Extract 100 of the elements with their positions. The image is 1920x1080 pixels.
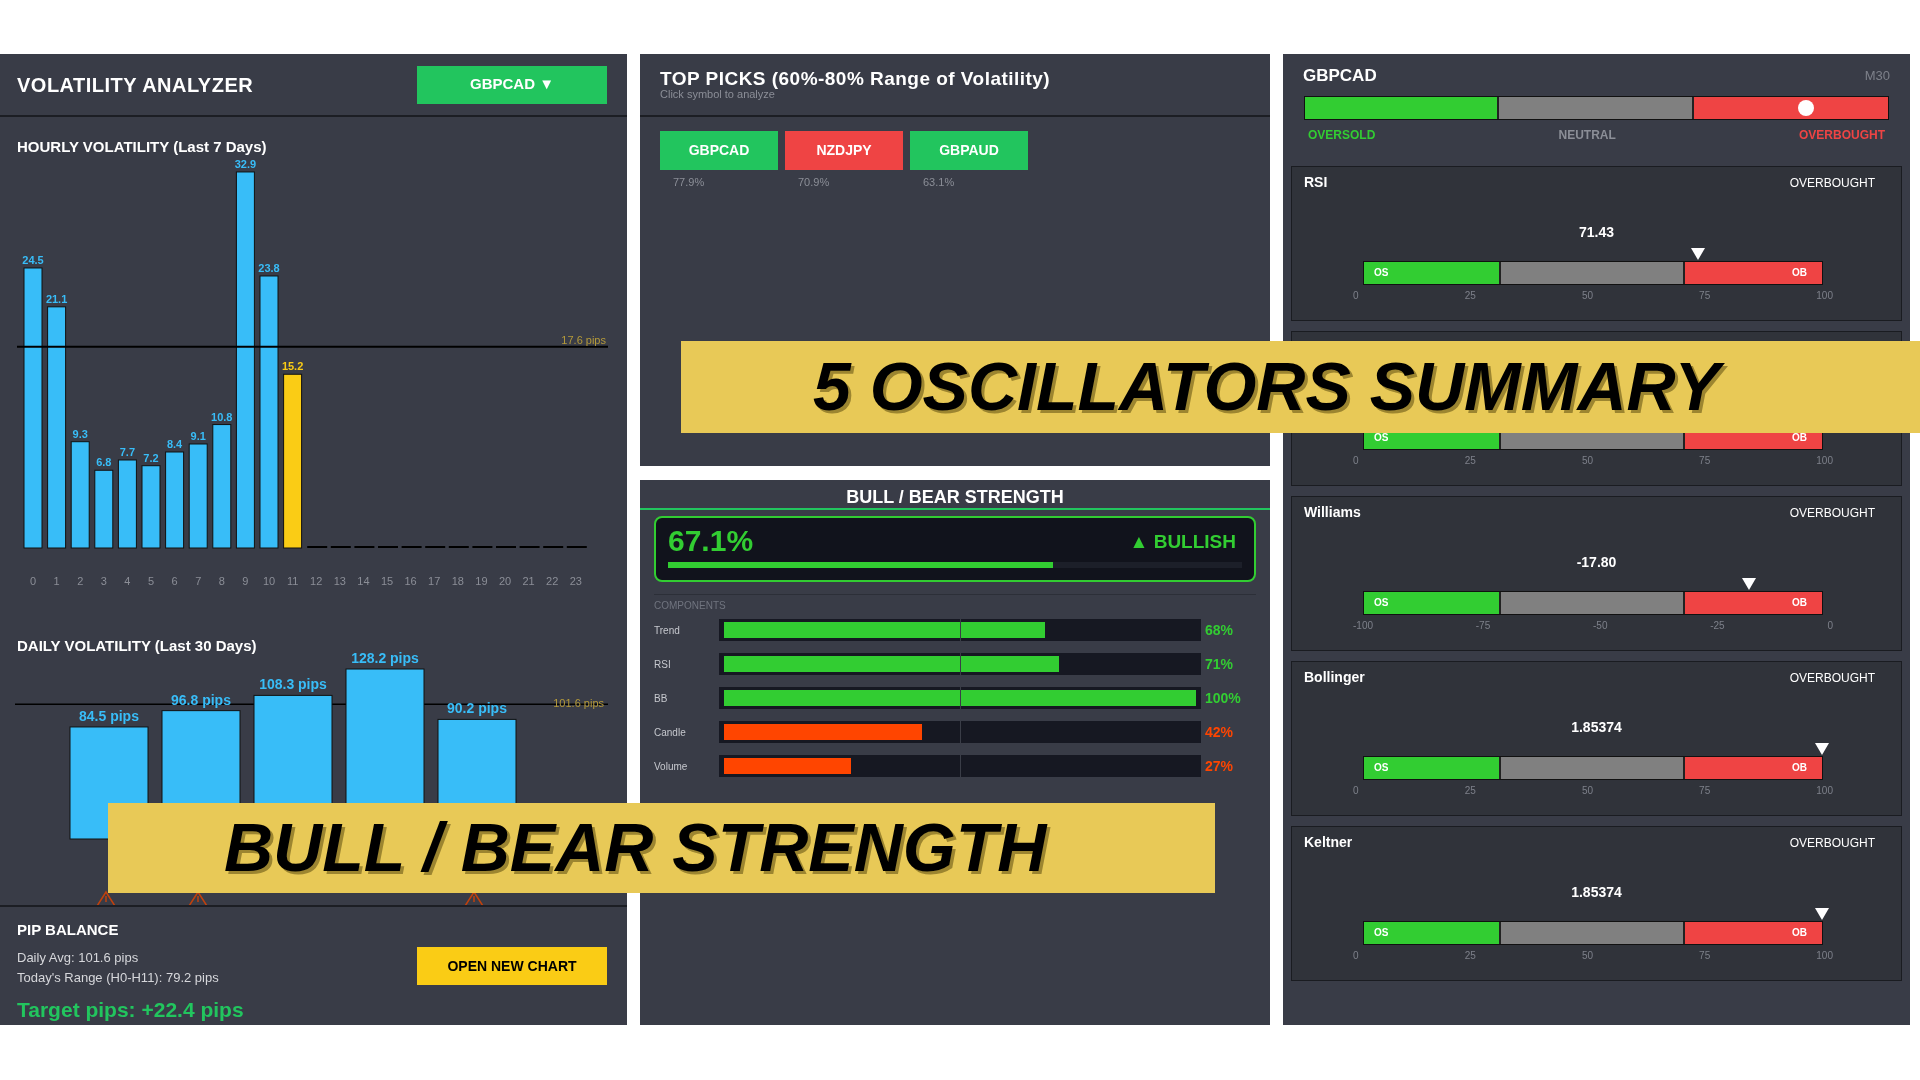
tick-label: 25: [1464, 783, 1476, 798]
banner-text: BULL / BEAR STRENGTH: [223, 808, 1049, 888]
tick-label: 75: [1699, 453, 1711, 468]
axis-label: 20: [498, 575, 512, 587]
bar-value: 15.2: [281, 360, 304, 373]
zone-label: OS: [1374, 926, 1389, 940]
bar-value: 128.2 pips: [351, 650, 419, 666]
tick-label: 100: [1816, 948, 1833, 963]
tick-label: 50: [1581, 288, 1593, 303]
component-label: Volume: [654, 759, 689, 774]
axis-label: 7: [195, 575, 202, 587]
tick-label: -75: [1475, 618, 1491, 633]
target-pips: Target pips: +22.4 pips: [17, 996, 244, 1023]
bar-value: 90.2 pips: [447, 700, 507, 717]
component-label: BB: [654, 691, 669, 706]
zone-label: OS: [1374, 596, 1389, 610]
info-text: Today's Range (H0-H11): 79.2 pips: [17, 968, 220, 987]
bar-value: 84.5 pips: [79, 707, 139, 724]
zone-label: OS: [1374, 431, 1389, 445]
component-label: Candle: [654, 725, 687, 740]
tick-label: 0: [1353, 948, 1359, 963]
axis-label: 13: [333, 575, 346, 587]
oscillator-value: 71.43: [1578, 222, 1614, 242]
axis-label: 1: [53, 575, 60, 587]
percent-label: 63.1%: [922, 175, 955, 190]
axis-label: 19: [475, 575, 488, 587]
axis-label: 14: [357, 575, 370, 587]
axis-label: 11: [286, 575, 299, 587]
oscillator-name: Bollinger: [1304, 668, 1365, 687]
symbol-button[interactable]: GBPAUD: [910, 131, 1028, 170]
bar-value: 6.8: [96, 456, 112, 469]
bar-value: 7.2: [143, 451, 159, 464]
oscillator-name: Williams: [1304, 503, 1361, 522]
bar-value: 8.4: [166, 438, 183, 450]
component-percent: 27%: [1204, 756, 1234, 776]
oscillator-value: -17.80: [1576, 552, 1617, 572]
bar-value: 7.7: [119, 446, 136, 458]
banner-text: 5 OSCILLATORS SUMMARY: [809, 342, 1736, 432]
oscillator-value: 1.85374: [1571, 717, 1622, 737]
zone-label: OS: [1374, 266, 1389, 280]
open-chart-button[interactable]: OPEN NEW CHART: [417, 947, 607, 985]
status-label: OVERBOUGHT: [1789, 504, 1876, 522]
zone-label: OB: [1791, 431, 1807, 445]
tick-label: 25: [1464, 948, 1476, 963]
percent-label: 70.9%: [797, 175, 830, 190]
symbol-button[interactable]: GBPCAD: [660, 131, 778, 170]
tick-label: 0: [1353, 288, 1359, 303]
axis-label: 8: [218, 575, 225, 587]
tick-label: 50: [1581, 948, 1593, 963]
tick-label: 75: [1699, 288, 1711, 303]
tick-label: -100: [1353, 618, 1373, 633]
panel-subtitle: Click symbol to analyze: [660, 89, 775, 100]
oscillator-name: RSI: [1304, 173, 1328, 192]
axis-label: 4: [124, 575, 131, 587]
status-label: OVERBOUGHT: [1789, 174, 1876, 192]
axis-label: 21: [522, 575, 535, 587]
tick-label: 0: [1353, 453, 1359, 468]
zone-label: OB: [1791, 266, 1807, 280]
axis-label: 15: [380, 575, 394, 587]
symbol-dropdown[interactable]: GBPCAD ▼: [417, 65, 607, 104]
section-label: COMPONENTS: [654, 599, 726, 613]
axis-label: 12: [310, 575, 323, 587]
axis-label: 9: [242, 575, 249, 587]
bar-value: 108.3 pips: [259, 676, 327, 693]
zone-label: OB: [1791, 926, 1807, 940]
zone-label: OS: [1374, 761, 1389, 775]
axis-label: 6: [171, 575, 178, 587]
axis-label: 18: [451, 575, 464, 587]
component-percent: 100%: [1204, 688, 1241, 708]
status-label: OVERBOUGHT: [1789, 834, 1876, 852]
tick-label: 75: [1699, 948, 1711, 963]
panel-title: BULL / BEAR STRENGTH: [640, 480, 1270, 510]
signal-label: ▲ BULLISH: [1129, 531, 1237, 551]
bar-value: 21.1: [45, 292, 68, 305]
axis-label: 2: [77, 575, 84, 587]
info-text: Daily Avg: 101.6 pips: [17, 948, 140, 967]
percent-label: 77.9%: [672, 175, 705, 190]
tick-label: -25: [1710, 618, 1725, 633]
bar-value: 24.5: [22, 253, 44, 266]
zone-label: OB: [1791, 596, 1807, 610]
axis-label: 10: [262, 575, 276, 587]
axis-label: 23: [569, 575, 582, 587]
section-title: DAILY VOLATILITY (Last 30 Days): [16, 638, 258, 653]
symbol-button[interactable]: NZDJPY: [785, 131, 903, 170]
symbol-title: GBPCAD: [1303, 65, 1377, 87]
tick-label: 75: [1699, 783, 1711, 798]
timeframe-label: M30: [1864, 67, 1890, 85]
tick-label: 0: [1827, 618, 1833, 633]
oscillator-value: 1.85374: [1571, 882, 1622, 902]
bar-value: 23.8: [258, 261, 280, 274]
axis-label: 17: [428, 575, 441, 587]
component-percent: 42%: [1204, 722, 1234, 742]
bar-value: 96.8 pips: [171, 691, 231, 708]
status-label: OVERBOUGHT: [1789, 669, 1876, 687]
oscillator-name: Keltner: [1304, 833, 1353, 852]
tick-label: 100: [1816, 288, 1833, 303]
panel-title: TOP PICKS (60%-80% Range of Volatility): [660, 69, 1052, 88]
axis-label: 16: [404, 575, 417, 587]
tick-label: 100: [1816, 453, 1833, 468]
zone-label: OB: [1791, 761, 1807, 775]
